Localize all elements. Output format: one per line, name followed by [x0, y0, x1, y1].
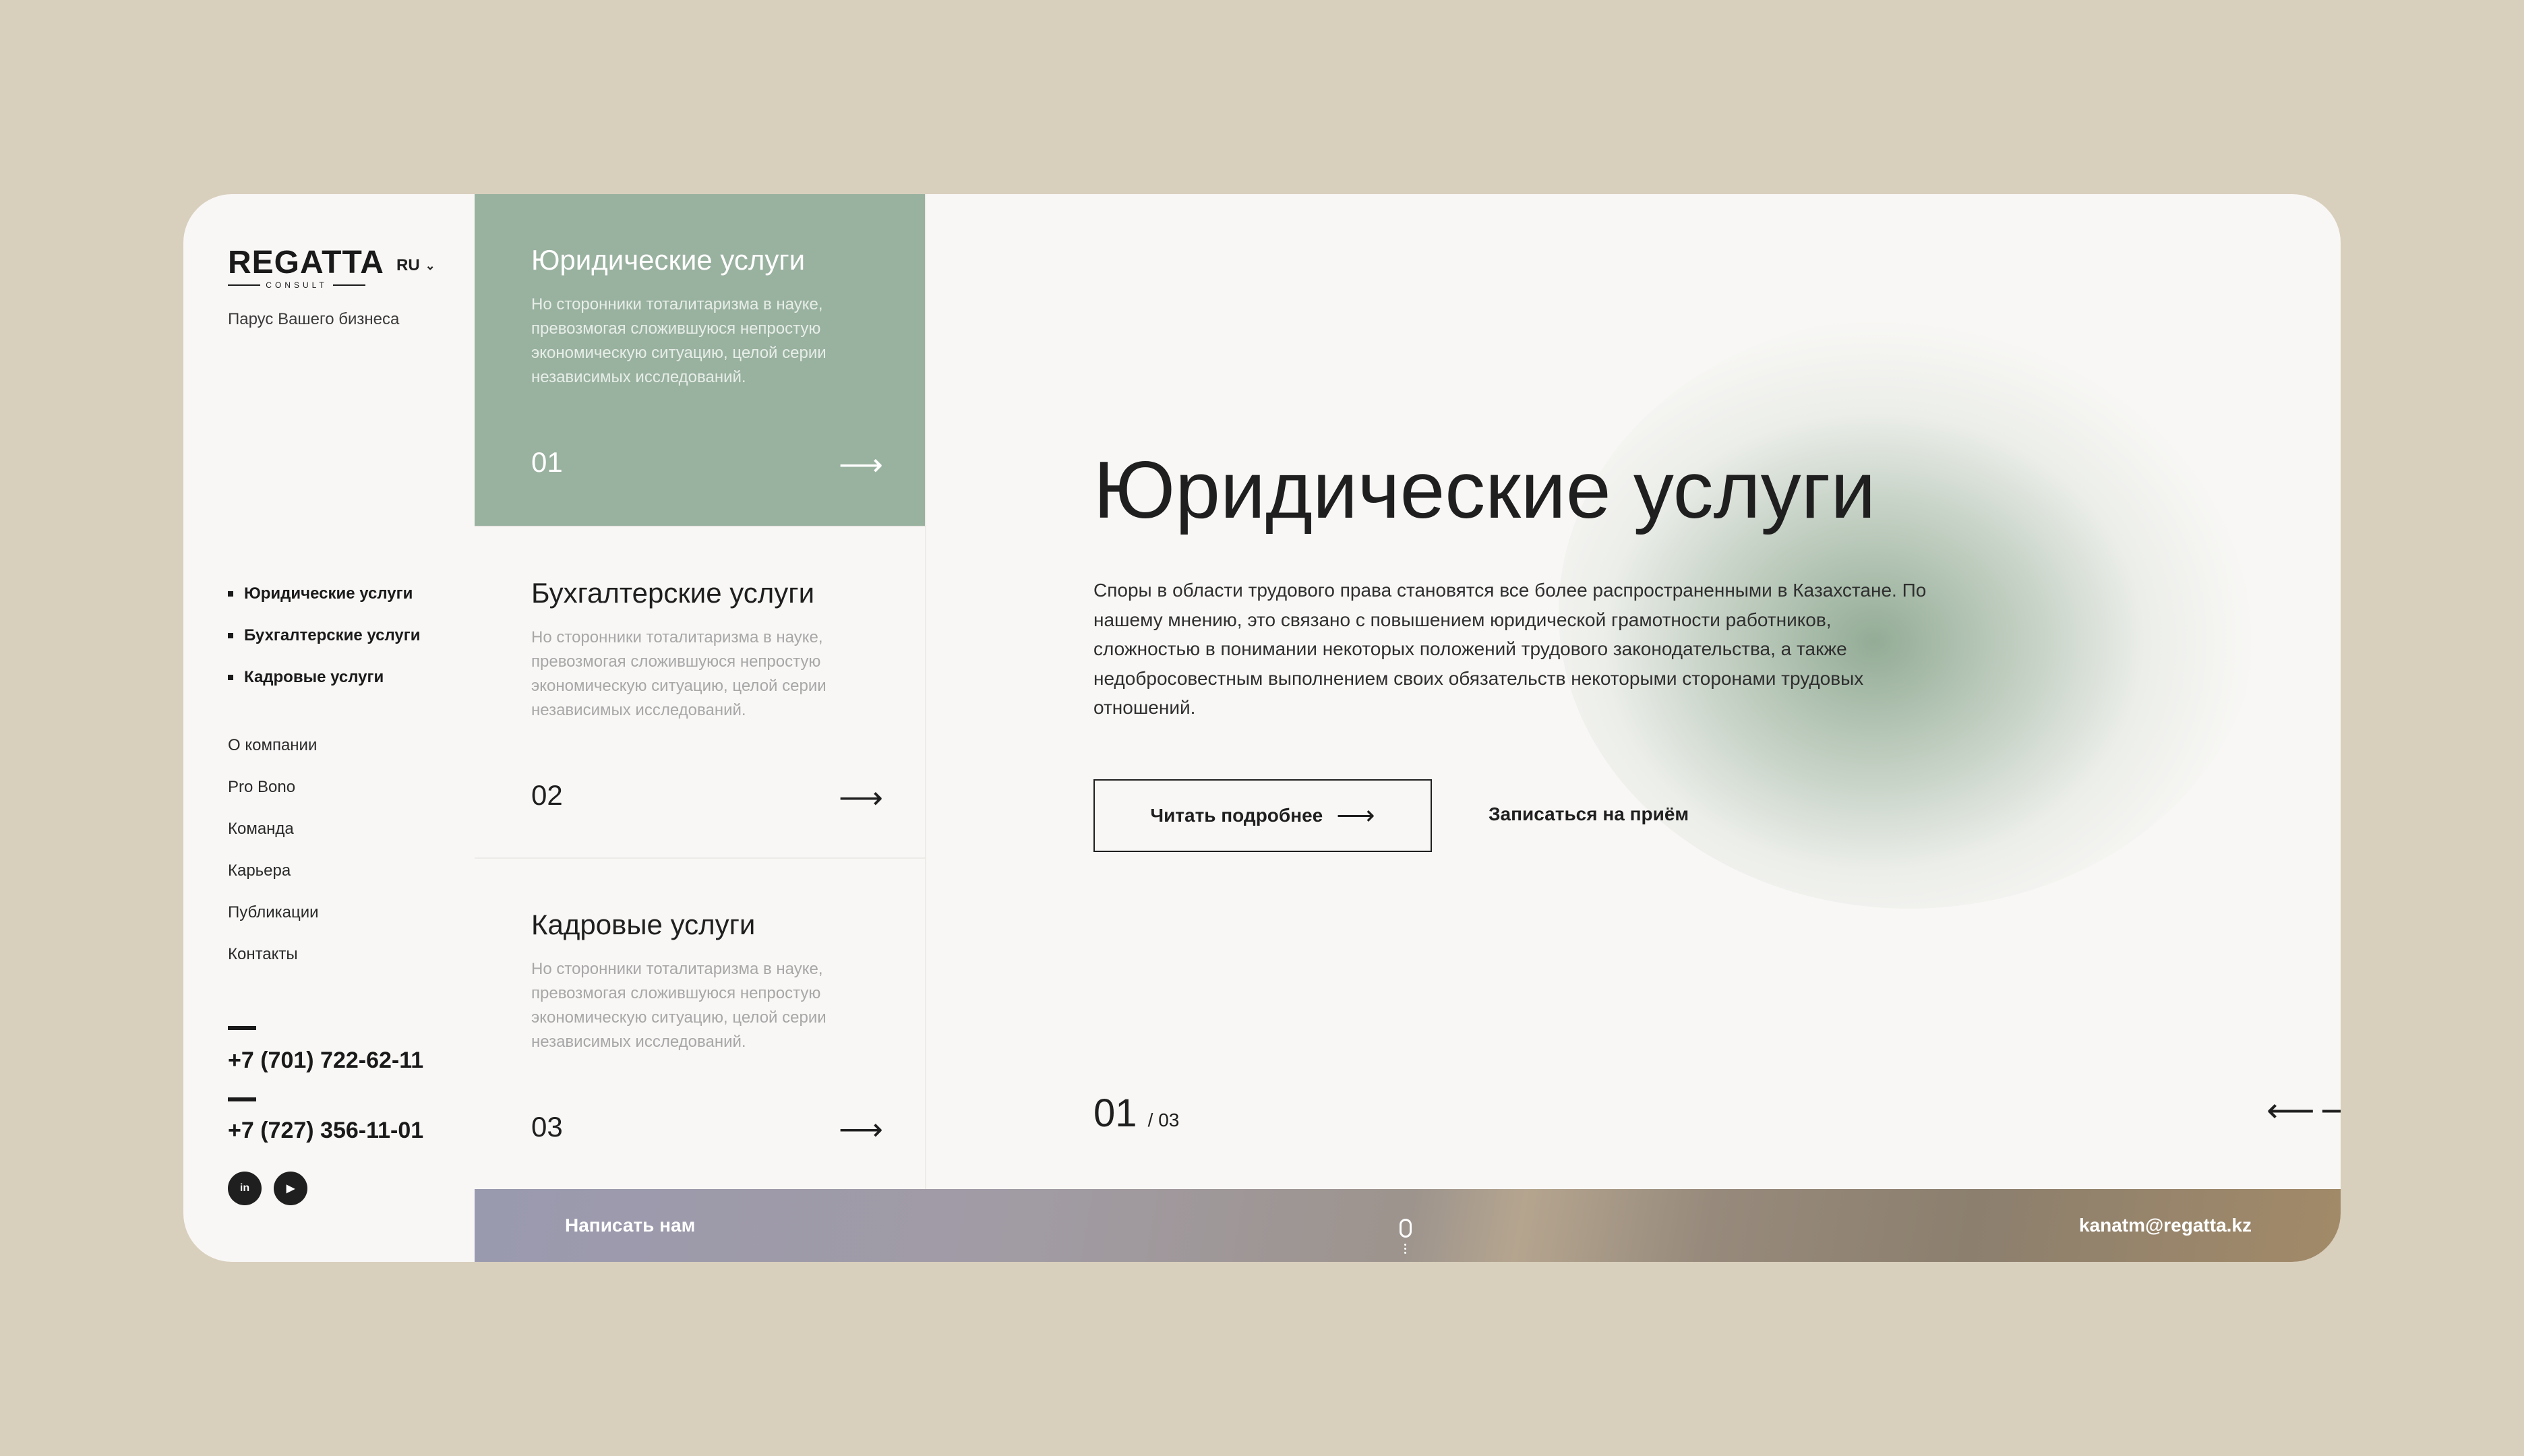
phone-link-1[interactable]: +7 (701) 722-62-11: [228, 1048, 423, 1074]
service-card-number: 03: [531, 1111, 563, 1143]
footer-bar: Написать нам kanatm@regatta.kz: [475, 1189, 2341, 1262]
language-label: RU: [396, 256, 420, 274]
nav-item-publications[interactable]: Публикации: [228, 905, 319, 946]
hero-text: Споры в области трудового права становят…: [1093, 580, 1927, 718]
service-card-hr[interactable]: Кадровые услуги Но сторонники тоталитари…: [475, 857, 925, 1189]
sidebar: REGATTA CONSULT RU ⌄ Парус Вашего бизнес…: [183, 194, 475, 1262]
arrow-right-icon[interactable]: ⟶: [839, 1114, 883, 1145]
logo-main-text: REGATTA: [228, 245, 384, 280]
nav-item-career[interactable]: Карьера: [228, 863, 319, 905]
arrow-right-icon[interactable]: ⟶: [839, 449, 883, 480]
service-card-description: Но сторонники тоталитаризма в науке, пре…: [531, 295, 827, 386]
service-card-number: 02: [531, 779, 563, 811]
main-card: REGATTA CONSULT RU ⌄ Парус Вашего бизнес…: [183, 194, 2341, 1262]
phone-link-2[interactable]: +7 (727) 356-11-01: [228, 1118, 423, 1144]
nav-item-about[interactable]: О компании: [228, 737, 319, 779]
services-nav: Юридические услуги Бухгалтерские услуги …: [228, 573, 421, 698]
youtube-icon[interactable]: ▶: [274, 1172, 307, 1205]
main-nav: О компании Pro Bono Команда Карьера Публ…: [228, 737, 319, 988]
write-us-link[interactable]: Написать нам: [565, 1215, 695, 1236]
service-cards: Юридические услуги Но сторонники тоталит…: [475, 194, 926, 1189]
linkedin-icon[interactable]: in: [228, 1172, 262, 1205]
email-link[interactable]: kanatm@regatta.kz: [2079, 1215, 2252, 1236]
scroll-mouse-icon[interactable]: [1400, 1219, 1412, 1238]
book-appointment-link[interactable]: Записаться на приём: [1489, 803, 1689, 825]
logo-line-left: [228, 284, 261, 286]
arrow-right-icon[interactable]: ⟶: [839, 782, 883, 813]
language-selector[interactable]: RU ⌄: [396, 256, 435, 275]
slide-counter: 01 / 03: [1093, 1091, 1179, 1136]
services-nav-item-accounting[interactable]: Бухгалтерские услуги: [228, 615, 421, 657]
chevron-down-icon: ⌄: [425, 258, 435, 272]
service-card-title: Юридические услуги: [531, 244, 806, 276]
service-card-number: 01: [531, 446, 563, 478]
slide-counter-total: / 03: [1147, 1110, 1180, 1130]
arrow-left-icon[interactable]: ⟵: [2266, 1093, 2315, 1127]
service-card-title: Бухгалтерские услуги: [531, 577, 815, 609]
nav-item-contacts[interactable]: Контакты: [228, 946, 319, 988]
service-card-description: Но сторонники тоталитаризма в науке, пре…: [531, 628, 827, 719]
read-more-label: Читать подробнее: [1150, 805, 1323, 826]
phone-divider: [228, 1097, 256, 1101]
service-card-description: Но сторонники тоталитаризма в науке, пре…: [531, 960, 827, 1051]
service-card-legal[interactable]: Юридические услуги Но сторонники тоталит…: [475, 194, 925, 526]
logo-sub-row: CONSULT: [228, 280, 366, 290]
services-nav-label: Бухгалтерские услуги: [244, 626, 421, 644]
logo-sub-text: CONSULT: [266, 280, 328, 290]
service-card-accounting[interactable]: Бухгалтерские услуги Но сторонники тотал…: [475, 526, 925, 857]
logo-line-right: [332, 284, 366, 286]
nav-item-team[interactable]: Команда: [228, 821, 319, 863]
services-nav-label: Кадровые услуги: [244, 668, 384, 686]
slide-counter-current: 01: [1093, 1091, 1137, 1135]
hero-title: Юридические услуги: [1093, 445, 1876, 535]
service-card-title: Кадровые услуги: [531, 909, 756, 940]
nav-item-pro-bono[interactable]: Pro Bono: [228, 779, 319, 821]
read-more-button[interactable]: Читать подробнее ⟶: [1093, 779, 1432, 852]
bullet-icon: [228, 633, 233, 638]
scroll-dots-icon: [1403, 1242, 1407, 1254]
phone-divider: [228, 1026, 256, 1030]
services-nav-item-legal[interactable]: Юридические услуги: [228, 573, 421, 615]
arrow-right-icon: ⟶: [1336, 801, 1375, 830]
services-nav-label: Юридические услуги: [244, 584, 413, 603]
bullet-icon: [228, 591, 233, 597]
logo[interactable]: REGATTA CONSULT: [228, 245, 384, 290]
services-nav-item-hr[interactable]: Кадровые услуги: [228, 657, 421, 698]
bullet-icon: [228, 675, 233, 680]
tagline: Парус Вашего бизнеса: [228, 310, 400, 328]
arrow-right-icon[interactable]: ⟶: [2320, 1093, 2341, 1127]
